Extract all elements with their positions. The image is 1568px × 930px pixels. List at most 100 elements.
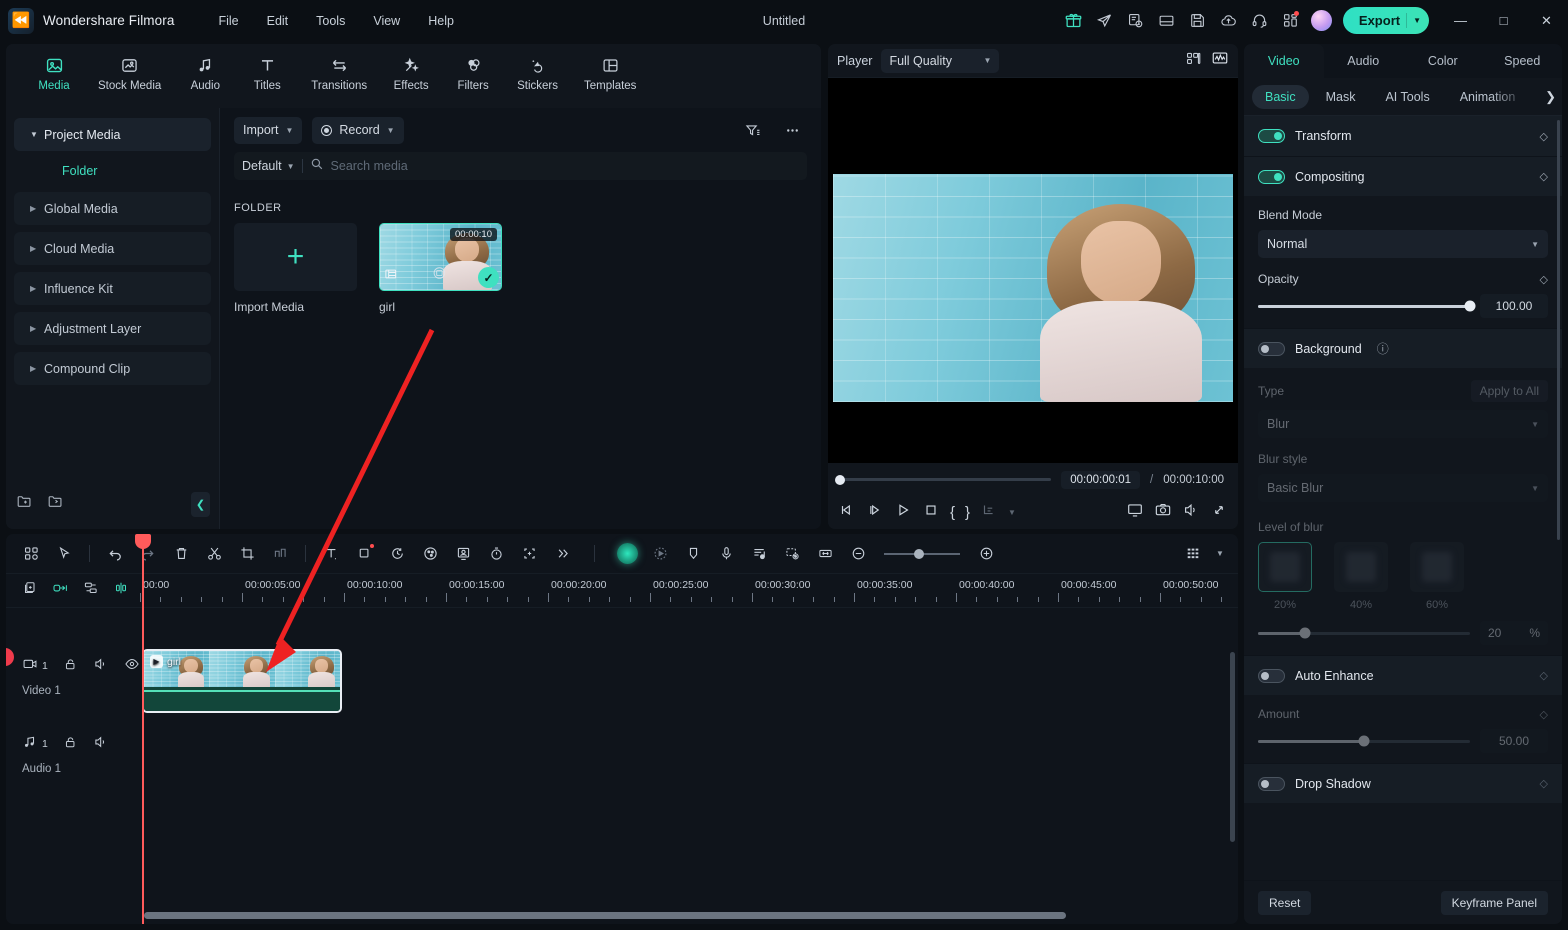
mark-in-icon[interactable]: { bbox=[950, 504, 955, 521]
gift-icon[interactable] bbox=[1058, 5, 1089, 36]
tab-templates[interactable]: Templates bbox=[580, 50, 640, 92]
background-toggle[interactable] bbox=[1258, 342, 1285, 356]
tab-audio[interactable]: Audio bbox=[183, 50, 227, 92]
beat-detect-icon[interactable] bbox=[744, 540, 774, 568]
magnet-snap-icon[interactable] bbox=[113, 580, 129, 601]
opacity-slider[interactable] bbox=[1258, 305, 1470, 308]
current-timecode[interactable]: 00:00:00:01 bbox=[1061, 471, 1140, 489]
delete-icon[interactable] bbox=[166, 540, 196, 568]
window-maximize-button[interactable]: □ bbox=[1482, 0, 1525, 41]
sidebar-item-compound-clip[interactable]: ▶ Compound Clip bbox=[14, 352, 211, 385]
timeline-zoom-slider[interactable] bbox=[884, 553, 960, 555]
zoom-track[interactable] bbox=[884, 553, 960, 555]
drop-shadow-toggle[interactable] bbox=[1258, 777, 1285, 791]
layout-icon[interactable] bbox=[1151, 5, 1182, 36]
zoom-out-icon[interactable] bbox=[843, 540, 873, 568]
next-frame-icon[interactable] bbox=[866, 501, 884, 524]
timeline-ruler[interactable]: 00:0000:00:05:0000:00:10:0000:00:15:0000… bbox=[140, 574, 1238, 607]
sidebar-item-global-media[interactable]: ▶ Global Media bbox=[14, 192, 211, 225]
lock-icon[interactable] bbox=[63, 657, 78, 675]
more-chevron-icon[interactable] bbox=[547, 540, 577, 568]
drop-shadow-row[interactable]: Drop Shadow ◇ bbox=[1244, 763, 1562, 803]
export-dropdown-icon[interactable]: ▼ bbox=[1413, 16, 1421, 25]
split-scissors-icon[interactable] bbox=[199, 540, 229, 568]
reset-button[interactable]: Reset bbox=[1258, 891, 1311, 915]
blend-mode-dropdown[interactable]: Normal ▼ bbox=[1258, 230, 1548, 258]
marker-icon[interactable] bbox=[678, 540, 708, 568]
menu-file[interactable]: File bbox=[206, 9, 250, 33]
export-button[interactable]: Export ▼ bbox=[1343, 7, 1429, 34]
search-input[interactable] bbox=[331, 159, 799, 173]
amount-slider[interactable] bbox=[1258, 740, 1470, 743]
save-icon[interactable] bbox=[1182, 5, 1213, 36]
tab-transitions[interactable]: Transitions bbox=[307, 50, 371, 92]
play-icon[interactable] bbox=[894, 501, 912, 524]
sidebar-item-project-media[interactable]: ▼ Project Media bbox=[14, 118, 211, 151]
color-match-icon[interactable] bbox=[415, 540, 445, 568]
tab-video[interactable]: Video bbox=[1244, 44, 1324, 78]
text-icon[interactable] bbox=[316, 540, 346, 568]
voiceover-mic-icon[interactable] bbox=[711, 540, 741, 568]
send-icon[interactable] bbox=[1089, 5, 1120, 36]
quality-dropdown[interactable]: Full Quality ▼ bbox=[881, 49, 999, 73]
track-manager-icon[interactable] bbox=[1179, 540, 1209, 568]
auto-enhance-toggle[interactable] bbox=[1258, 669, 1285, 683]
seek-slider[interactable] bbox=[838, 478, 1051, 481]
keyframe-diamond-icon[interactable]: ◇ bbox=[1540, 170, 1548, 183]
green-screen-icon[interactable] bbox=[448, 540, 478, 568]
fit-timeline-icon[interactable] bbox=[810, 540, 840, 568]
user-avatar[interactable] bbox=[1306, 5, 1337, 36]
tab-filters[interactable]: Filters bbox=[451, 50, 495, 92]
tab-audio[interactable]: Audio bbox=[1324, 44, 1404, 78]
link-icon[interactable] bbox=[52, 580, 69, 601]
sidebar-item-adjustment-layer[interactable]: ▶ Adjustment Layer bbox=[14, 312, 211, 345]
menu-tools[interactable]: Tools bbox=[304, 9, 357, 33]
apply-to-all-button[interactable]: Apply to All bbox=[1471, 380, 1548, 402]
mark-out-icon[interactable]: } bbox=[965, 504, 970, 521]
stop-icon[interactable] bbox=[922, 501, 940, 524]
transform-toggle[interactable] bbox=[1258, 129, 1285, 143]
keyframe-diamond-icon[interactable]: ◇ bbox=[1540, 273, 1548, 286]
snapshot-icon[interactable] bbox=[1154, 501, 1172, 524]
video-track-lane[interactable]: ▶ girl bbox=[140, 642, 1238, 720]
subtab-mask[interactable]: Mask bbox=[1313, 85, 1369, 109]
cloud-upload-icon[interactable] bbox=[1213, 5, 1244, 36]
motion-tracking-icon[interactable] bbox=[645, 540, 675, 568]
subtab-animation[interactable]: Animation bbox=[1447, 85, 1529, 109]
blur-style-dropdown[interactable]: Basic Blur ▼ bbox=[1258, 474, 1548, 502]
tab-speed[interactable]: Speed bbox=[1483, 44, 1563, 78]
import-media-tile[interactable]: + bbox=[234, 223, 357, 291]
speed-ramp-icon[interactable] bbox=[265, 540, 295, 568]
task-list-icon[interactable] bbox=[1120, 5, 1151, 36]
timeline-horizontal-scrollbar[interactable] bbox=[144, 912, 1066, 919]
render-preview-icon[interactable] bbox=[980, 501, 998, 524]
subtab-ai-tools[interactable]: AI Tools bbox=[1372, 85, 1442, 109]
zoom-in-icon[interactable] bbox=[971, 540, 1001, 568]
window-minimize-button[interactable]: — bbox=[1439, 0, 1482, 41]
import-media-cell[interactable]: + Import Media bbox=[234, 223, 357, 314]
mute-icon[interactable] bbox=[93, 734, 109, 753]
add-track-icon[interactable] bbox=[22, 580, 38, 601]
sort-dropdown[interactable]: Default ▼ bbox=[242, 159, 295, 173]
background-type-dropdown[interactable]: Blur ▼ bbox=[1258, 410, 1548, 438]
tab-stickers[interactable]: Stickers bbox=[513, 50, 562, 92]
keyframe-panel-button[interactable]: Keyframe Panel bbox=[1441, 891, 1548, 915]
blur-level-slider[interactable] bbox=[1258, 632, 1470, 635]
ai-copilot-icon[interactable] bbox=[612, 540, 642, 568]
properties-scrollbar[interactable] bbox=[1557, 120, 1560, 540]
transform-row[interactable]: Transform ◇ bbox=[1244, 116, 1562, 156]
sidebar-item-cloud-media[interactable]: ▶ Cloud Media bbox=[14, 232, 211, 265]
eye-icon[interactable] bbox=[124, 656, 140, 675]
background-row[interactable]: Background ⓘ bbox=[1244, 328, 1562, 368]
import-button[interactable]: Import ▼ bbox=[234, 117, 302, 144]
mute-icon[interactable] bbox=[93, 656, 109, 675]
timeline-clip[interactable]: ▶ girl bbox=[142, 649, 342, 713]
menu-help[interactable]: Help bbox=[416, 9, 466, 33]
filter-icon[interactable] bbox=[737, 116, 767, 144]
more-options-icon[interactable] bbox=[777, 116, 807, 144]
keyframe-diamond-icon[interactable]: ◇ bbox=[1540, 669, 1548, 682]
audio-track-lane[interactable] bbox=[140, 720, 1238, 798]
track-group-icon[interactable] bbox=[83, 580, 99, 601]
preview-video[interactable] bbox=[833, 174, 1233, 402]
tab-color[interactable]: Color bbox=[1403, 44, 1483, 78]
